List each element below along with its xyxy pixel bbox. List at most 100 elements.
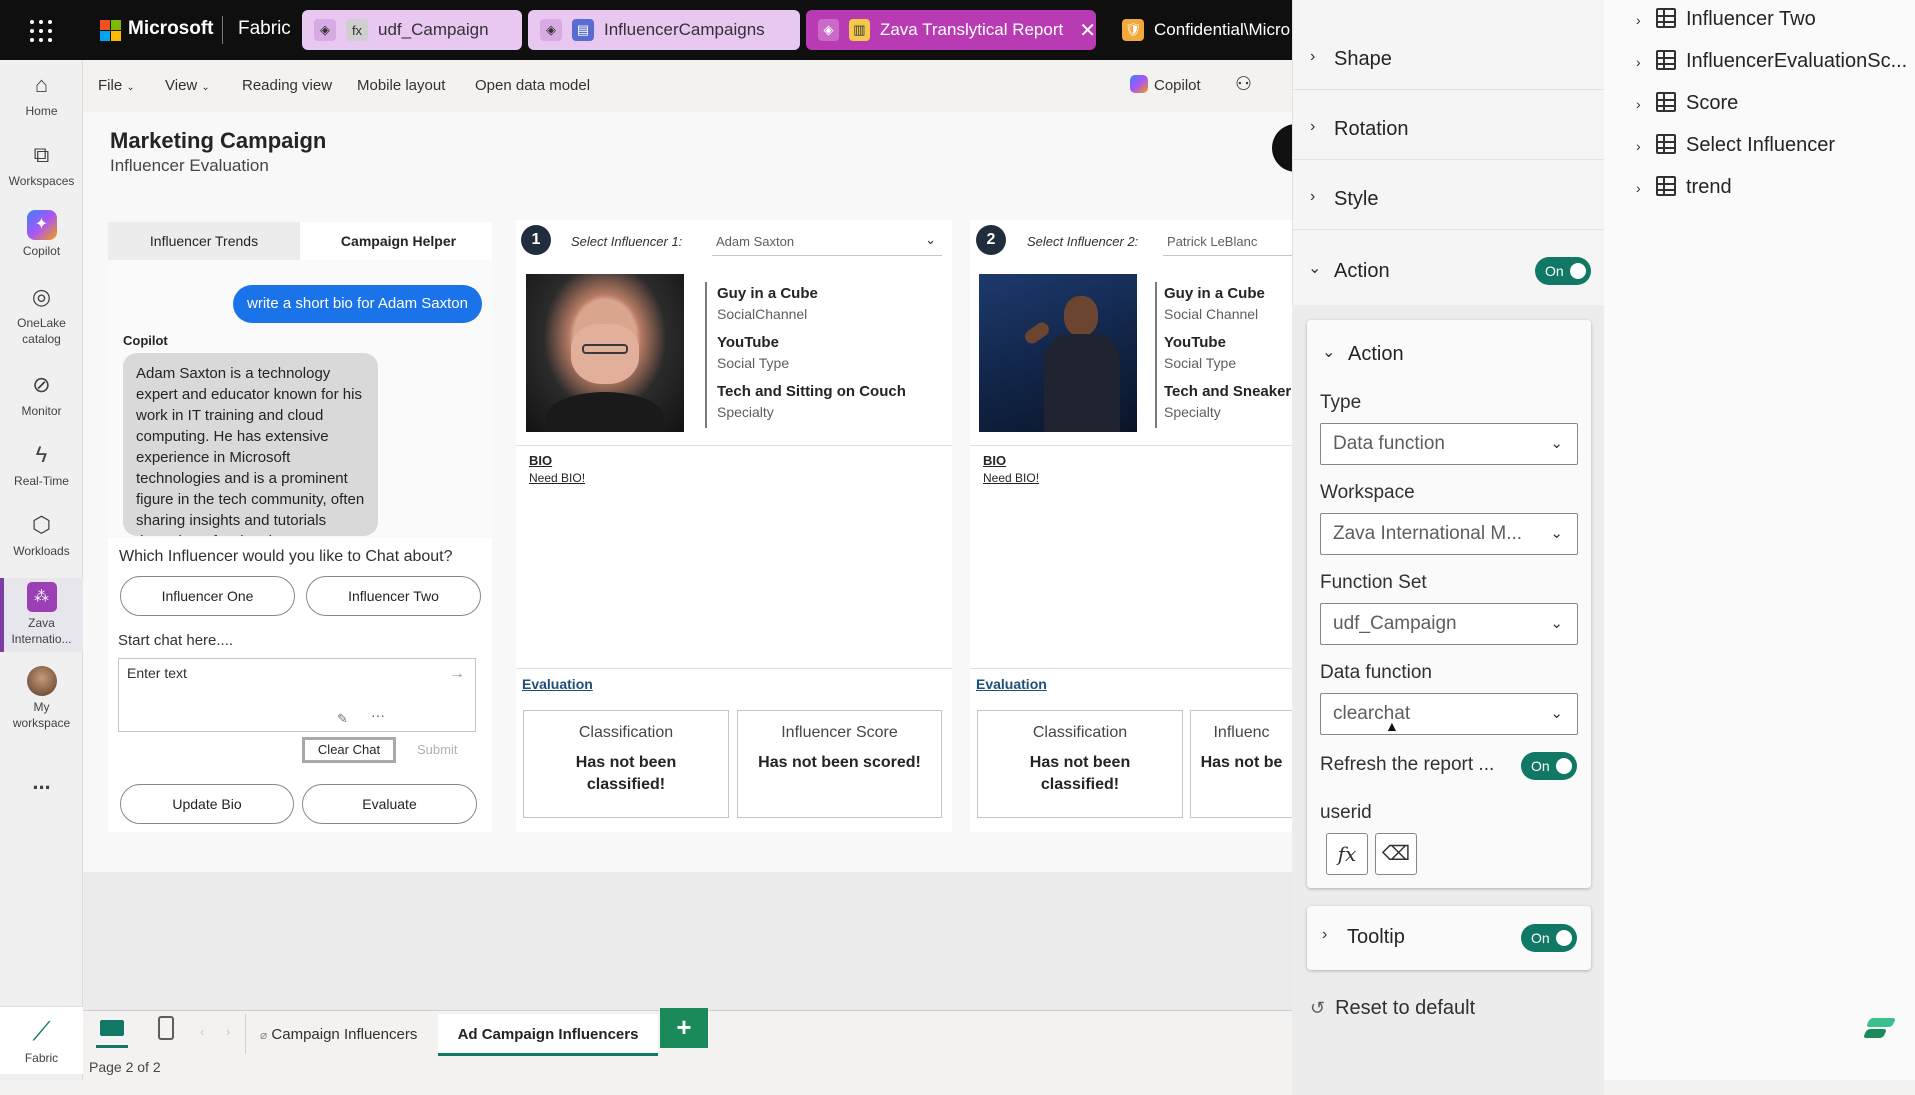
submit-button[interactable]: Submit bbox=[417, 742, 457, 757]
close-icon[interactable]: ✕ bbox=[1079, 18, 1096, 43]
chat-input[interactable]: Enter text → ✎ ··· bbox=[118, 658, 476, 732]
influencer-1-channel: Guy in a Cube bbox=[717, 285, 818, 302]
table-icon bbox=[1656, 92, 1676, 112]
nav-realtime[interactable]: ϟ Real-Time bbox=[0, 440, 83, 490]
influencer-1-select[interactable]: Adam Saxton ⌄ bbox=[712, 228, 942, 256]
nav-label: OneLake catalog bbox=[17, 316, 66, 346]
section-action[interactable]: ⌄ Action On bbox=[1292, 240, 1604, 300]
table-influencer-evaluation[interactable]: › InfluencerEvaluationSc... bbox=[1636, 50, 1907, 80]
page-tab-ad-campaign-influencers[interactable]: Ad Campaign Influencers bbox=[438, 1014, 658, 1056]
send-arrow-icon[interactable]: → bbox=[449, 665, 465, 683]
influencer-two-button[interactable]: Influencer Two bbox=[306, 576, 481, 616]
reading-view-button[interactable]: Reading view bbox=[242, 77, 332, 94]
mouse-cursor-icon: ▲ bbox=[1385, 718, 1399, 734]
open-data-model-button[interactable]: Open data model bbox=[475, 77, 590, 94]
nav-label: My workspace bbox=[12, 700, 71, 730]
desktop-view-icon[interactable] bbox=[96, 1016, 128, 1048]
app-launcher-icon[interactable] bbox=[30, 20, 52, 42]
tab-label: Confidential\Micro bbox=[1154, 20, 1291, 39]
glasses-shape bbox=[582, 344, 628, 354]
next-page-icon[interactable]: › bbox=[226, 1024, 230, 1039]
table-trend[interactable]: › trend bbox=[1636, 176, 1732, 206]
nav-copilot[interactable]: ✦ Copilot bbox=[0, 210, 83, 260]
update-bio-button[interactable]: Update Bio bbox=[120, 784, 294, 824]
mobile-layout-button[interactable]: Mobile layout bbox=[357, 77, 445, 94]
bio-text: Need BIO! bbox=[529, 471, 586, 485]
tooltip-toggle[interactable]: On bbox=[1521, 924, 1577, 952]
nav-workloads[interactable]: ⬡ Workloads bbox=[0, 510, 83, 560]
more-icon[interactable]: ... bbox=[0, 768, 83, 797]
tab-label: Zava Translytical Report bbox=[879, 20, 1064, 39]
add-page-button[interactable]: + bbox=[660, 1008, 708, 1048]
table-icon bbox=[1656, 50, 1676, 70]
view-menu[interactable]: View ⌄ bbox=[165, 77, 210, 94]
hand-shape bbox=[1022, 319, 1052, 347]
divider bbox=[245, 1014, 246, 1054]
table-influencer-two[interactable]: › Influencer Two bbox=[1636, 8, 1816, 38]
eraser-icon[interactable]: ⌫ bbox=[1375, 833, 1417, 875]
page-count: Page 2 of 2 bbox=[89, 1059, 161, 1075]
nav-my-workspace[interactable]: My workspace bbox=[0, 666, 83, 731]
tab-campaign-helper[interactable]: Campaign Helper bbox=[305, 222, 492, 260]
evaluate-button[interactable]: Evaluate bbox=[302, 784, 477, 824]
mobile-view-icon[interactable] bbox=[158, 1016, 174, 1040]
function-set-dropdown[interactable]: udf_Campaign ⌄ bbox=[1320, 603, 1578, 645]
channel-caption: SocialChannel bbox=[717, 306, 808, 322]
influencer-one-button[interactable]: Influencer One bbox=[120, 576, 295, 616]
nav-zava-workspace[interactable]: ⁂ Zava Internatio... bbox=[0, 578, 83, 652]
section-shape[interactable]: › Shape bbox=[1292, 30, 1604, 90]
bio-heading: BIO bbox=[529, 453, 553, 468]
influencer-2-channel: Guy in a Cube bbox=[1164, 285, 1265, 302]
section-rotation[interactable]: › Rotation bbox=[1292, 100, 1604, 160]
card-value: Has not been bbox=[1029, 754, 1131, 771]
logo-bar bbox=[1865, 1018, 1897, 1027]
bio-heading: BIO bbox=[983, 453, 1007, 468]
tab-label: InfluencerCampaigns bbox=[604, 20, 765, 39]
chevron-down-icon[interactable]: ⌄ bbox=[1322, 342, 1335, 362]
reset-to-default-button[interactable]: ↺ Reset to default bbox=[1310, 997, 1475, 1020]
chevron-right-icon: › bbox=[1310, 48, 1316, 65]
nav-label: Monitor bbox=[21, 404, 62, 418]
section-style[interactable]: › Style bbox=[1292, 170, 1604, 230]
lightning-icon: ϟ bbox=[35, 441, 48, 467]
tab-zava-report[interactable]: ◈ ▥ Zava Translytical Report ✕ bbox=[806, 10, 1096, 50]
prev-page-icon[interactable]: ‹ bbox=[200, 1024, 204, 1039]
brand-divider bbox=[222, 16, 223, 44]
type-dropdown[interactable]: Data function ⌄ bbox=[1320, 423, 1578, 465]
nav-workspaces[interactable]: ⧉ Workspaces bbox=[0, 140, 83, 190]
sensitivity-icon: 🛡 bbox=[1122, 19, 1144, 41]
chevron-down-icon: ⌄ bbox=[1550, 435, 1563, 452]
refresh-toggle[interactable]: On bbox=[1521, 752, 1577, 780]
type-caption: Social Type bbox=[717, 355, 790, 371]
influencer-1-specialty: Tech and Sitting on Couch bbox=[717, 383, 906, 400]
file-menu[interactable]: File ⌄ bbox=[98, 77, 135, 94]
tab-influencer-campaigns[interactable]: ◈ ▤ InfluencerCampaigns bbox=[528, 10, 800, 50]
more-options-icon[interactable]: ··· bbox=[371, 707, 385, 723]
tab-influencer-trends[interactable]: Influencer Trends bbox=[108, 222, 300, 260]
nav-fabric[interactable]: ⟋ Fabric bbox=[0, 1006, 83, 1074]
binoculars-icon[interactable]: ⚇ bbox=[1235, 73, 1252, 96]
influencer-2-select[interactable]: Patrick LeBlanc bbox=[1163, 228, 1292, 256]
pin-icon[interactable]: ✎ bbox=[337, 711, 348, 727]
nav-monitor[interactable]: ⊘ Monitor bbox=[0, 370, 83, 420]
nav-label: Fabric bbox=[24, 1051, 59, 1065]
nav-onelake[interactable]: ◎ OneLake catalog bbox=[0, 282, 83, 347]
data-function-dropdown[interactable]: clearchat ⌄ bbox=[1320, 693, 1578, 735]
app-name[interactable]: Fabric bbox=[238, 18, 291, 40]
nav-home[interactable]: ⌂ Home bbox=[0, 70, 83, 120]
tooltip-card[interactable]: › Tooltip On bbox=[1307, 906, 1591, 970]
table-score[interactable]: › Score bbox=[1636, 92, 1738, 122]
divider bbox=[516, 668, 952, 669]
clear-chat-button[interactable]: Clear Chat bbox=[302, 737, 396, 763]
action-toggle[interactable]: On bbox=[1535, 257, 1591, 285]
fx-icon[interactable]: fx bbox=[1326, 833, 1368, 875]
tab-udf-campaign[interactable]: ◈ fx udf_Campaign bbox=[302, 10, 522, 50]
tab-confidential[interactable]: 🛡 Confidential\Micro bbox=[1110, 10, 1292, 50]
table-select-influencer[interactable]: › Select Influencer bbox=[1636, 134, 1835, 164]
copilot-button[interactable]: Copilot bbox=[1130, 75, 1201, 94]
face-shape bbox=[571, 324, 639, 384]
page-tab-campaign-influencers[interactable]: ⌀ Campaign Influencers bbox=[248, 1014, 429, 1056]
card-value: Has not been bbox=[575, 754, 677, 771]
section-title: Shape bbox=[1334, 48, 1392, 70]
workspace-dropdown[interactable]: Zava International M... ⌄ bbox=[1320, 513, 1578, 555]
